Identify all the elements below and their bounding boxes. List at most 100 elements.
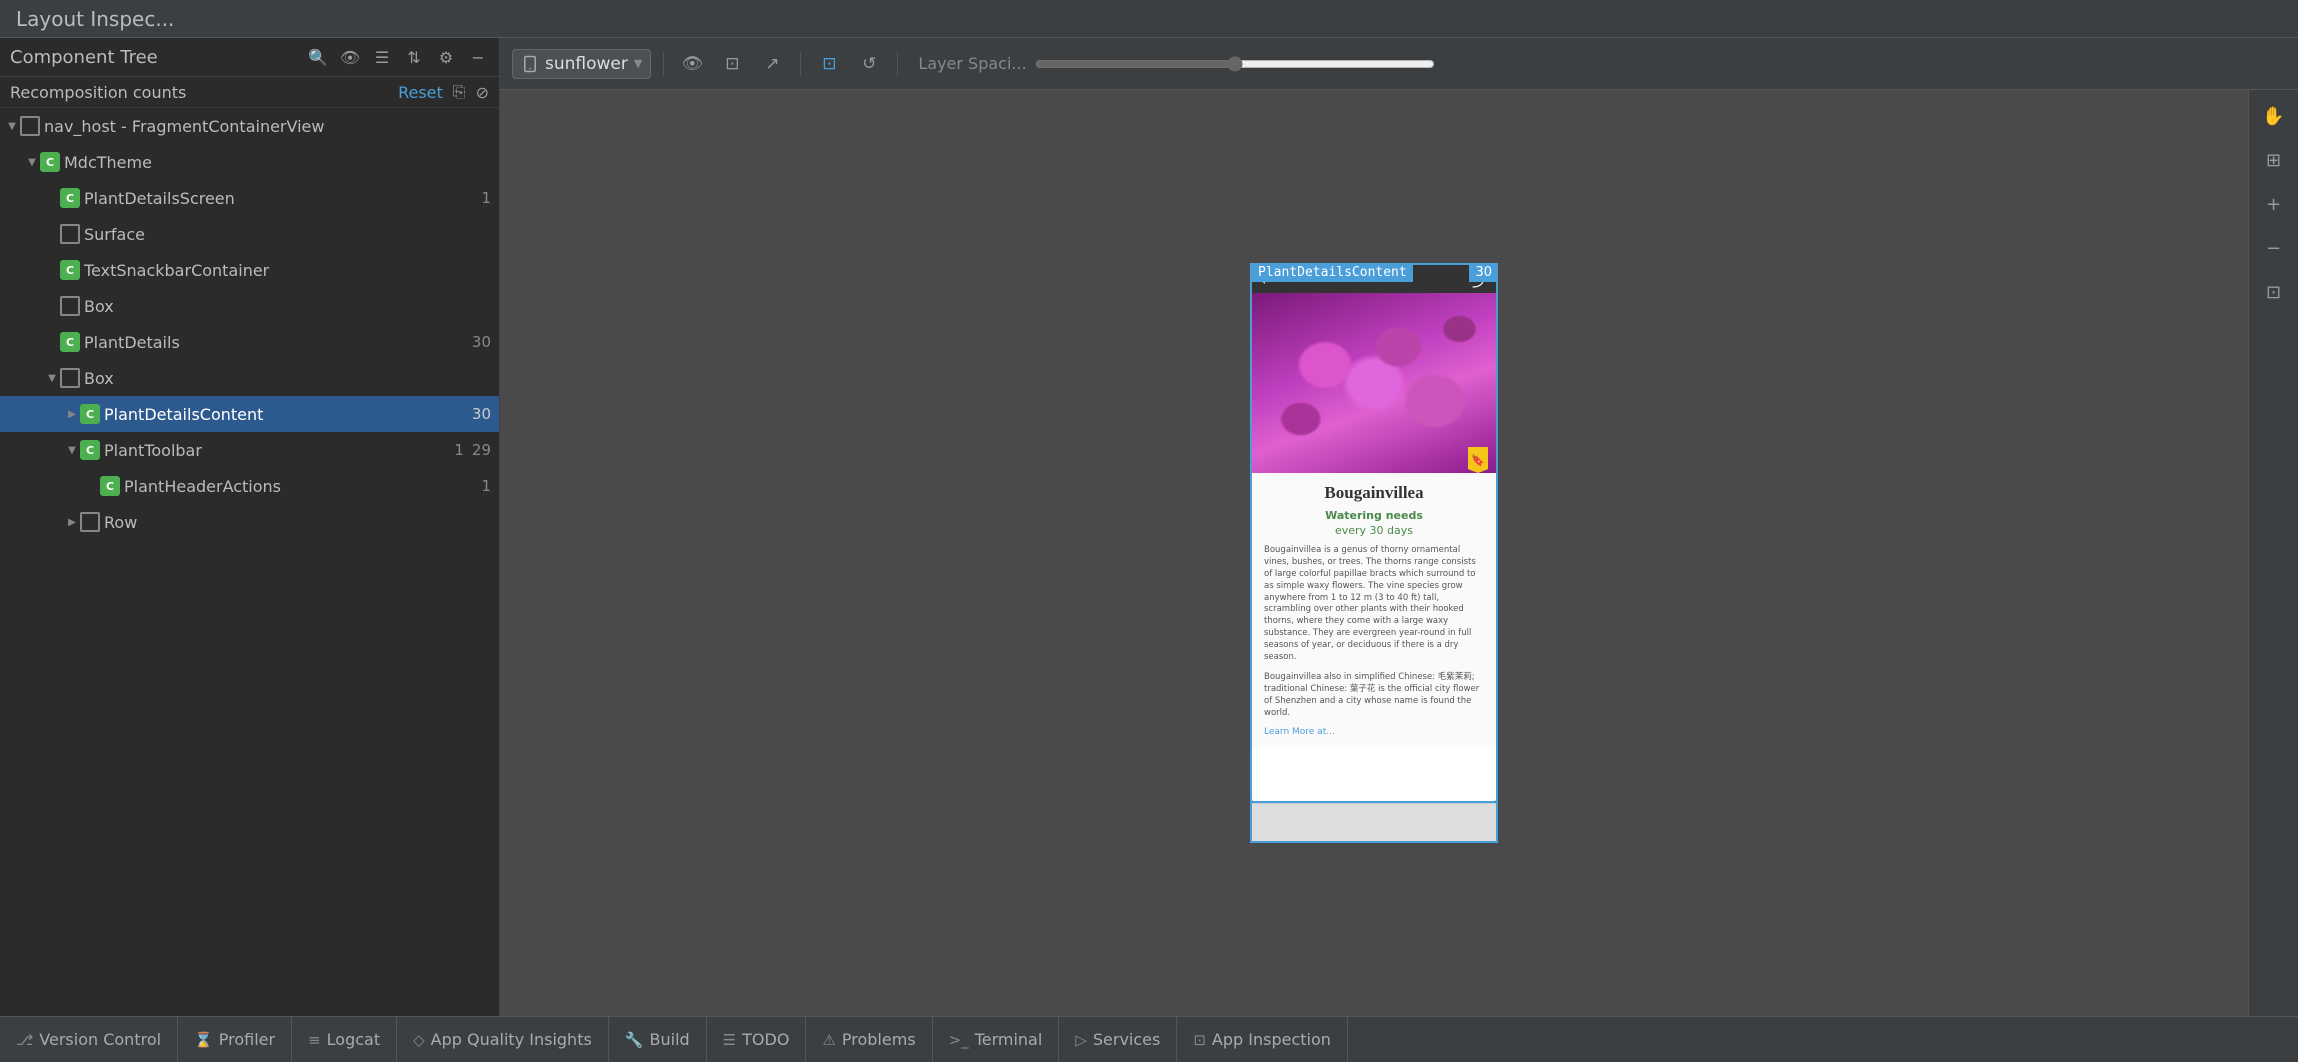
chevron-down-icon: ▼ xyxy=(634,57,642,70)
status-item-terminal[interactable]: >_Terminal xyxy=(933,1017,1060,1062)
logcat-label: Logcat xyxy=(327,1030,380,1049)
recomposition-bar: Recomposition counts Reset ⎘ ⊘ xyxy=(0,77,499,108)
todo-label: TODO xyxy=(742,1030,789,1049)
services-label: Services xyxy=(1093,1030,1160,1049)
fit-screen-icon[interactable]: ⊡ xyxy=(2256,274,2292,310)
phone-back-button[interactable]: ‹ xyxy=(1260,270,1266,289)
tree-item[interactable]: CMdcTheme xyxy=(0,144,499,180)
eye-toggle-icon[interactable]: 👁 xyxy=(676,48,708,80)
tree-icon-5: C xyxy=(60,260,80,280)
tree-count-9: 30 xyxy=(472,405,491,423)
status-item-app-inspection[interactable]: ⊡App Inspection xyxy=(1177,1017,1348,1062)
tree-label-5: TextSnackbarContainer xyxy=(84,261,491,280)
status-item-version-control[interactable]: ⎇Version Control xyxy=(0,1017,178,1062)
status-item-problems[interactable]: ⚠Problems xyxy=(806,1017,932,1062)
tree-item[interactable]: Surface xyxy=(0,216,499,252)
tree-item[interactable]: Box xyxy=(0,288,499,324)
tree-item[interactable]: CPlantHeaderActions1 xyxy=(0,468,499,504)
layout-inspector-icon[interactable]: ⊞ xyxy=(2256,142,2292,178)
window-title: Layout Inspec... xyxy=(16,7,174,31)
filter-icon[interactable]: ⇅ xyxy=(403,46,425,68)
tree-icon-8 xyxy=(60,368,80,388)
app-inspection-label: App Inspection xyxy=(1212,1030,1331,1049)
search-icon[interactable]: 🔍 xyxy=(307,46,329,68)
component-tree: nav_host - FragmentContainerView CMdcThem… xyxy=(0,108,499,1016)
tree-arrow-12[interactable] xyxy=(64,514,80,530)
plant-name: Bougainvillea xyxy=(1264,483,1484,503)
phone-share-button[interactable]: ⤴ xyxy=(1472,267,1488,291)
tree-label-3: PlantDetailsScreen xyxy=(84,189,473,208)
toolbar: sunflower ▼ 👁 ⊡ ↗ ⊡ ↺ Layer Spaci... xyxy=(500,38,2298,90)
status-item-app-quality[interactable]: ◇App Quality Insights xyxy=(397,1017,609,1062)
layer-slider[interactable] xyxy=(1035,56,1435,72)
tree-label-4: Surface xyxy=(84,225,491,244)
tree-item[interactable]: CTextSnackbarContainer xyxy=(0,252,499,288)
layout-icon[interactable]: ⊡ xyxy=(716,48,748,80)
status-item-todo[interactable]: ☰TODO xyxy=(707,1017,807,1062)
list-icon[interactable]: ☰ xyxy=(371,46,393,68)
tree-item[interactable]: Box xyxy=(0,360,499,396)
phone-icon xyxy=(521,55,539,73)
problems-icon: ⚠ xyxy=(822,1031,835,1049)
zoom-in-icon[interactable]: + xyxy=(2256,186,2292,222)
status-item-build[interactable]: 🔧Build xyxy=(609,1017,707,1062)
tree-item[interactable]: CPlantToolbar129 xyxy=(0,432,499,468)
tree-label-10: PlantToolbar xyxy=(104,441,446,460)
tree-arrow-8[interactable] xyxy=(44,370,60,386)
build-icon: 🔧 xyxy=(625,1031,644,1049)
camera-select-icon[interactable]: ⊡ xyxy=(813,48,845,80)
tree-arrow-1[interactable] xyxy=(4,118,20,134)
terminal-label: Terminal xyxy=(975,1030,1043,1049)
main-area: Component Tree 🔍 👁 ☰ ⇅ ⚙ − Recomposition… xyxy=(0,38,2298,1016)
zoom-out-icon[interactable]: − xyxy=(2256,230,2292,266)
tree-item[interactable]: CPlantDetailsContent30 xyxy=(0,396,499,432)
tree-label-8: Box xyxy=(84,369,491,388)
logcat-icon: ≡ xyxy=(308,1031,321,1049)
right-side-toolbar: ✋ ⊞ + − ⊡ xyxy=(2248,90,2298,1016)
layer-spacing-label: Layer Spaci... xyxy=(918,54,1026,73)
reset-button[interactable]: Reset xyxy=(398,83,443,102)
version-control-icon: ⎇ xyxy=(16,1031,33,1049)
tree-arrow-9[interactable] xyxy=(64,406,80,422)
refresh-icon[interactable]: ↺ xyxy=(853,48,885,80)
status-bar: ⎇Version Control⌛Profiler ≡ Logcat ◇App Qua… xyxy=(0,1016,2298,1062)
phone-bottom-strip xyxy=(1250,803,1498,843)
toolbar-separator-2 xyxy=(800,52,801,76)
tree-label-7: PlantDetails xyxy=(84,333,464,352)
tree-icon-6 xyxy=(60,296,80,316)
copy-icon[interactable]: ⎘ xyxy=(453,82,466,102)
tree-label-11: PlantHeaderActions xyxy=(124,477,473,496)
collapse-icon[interactable]: − xyxy=(467,46,489,68)
bookmark-icon[interactable]: 🔖 xyxy=(1468,447,1488,473)
eye-icon[interactable]: 👁 xyxy=(339,46,361,68)
tree-item[interactable]: CPlantDetailsScreen1 xyxy=(0,180,499,216)
device-selector[interactable]: sunflower ▼ xyxy=(512,49,651,79)
phone-frame: ‹ ⤴ 🔖 Bougainvillea Watering needs xyxy=(1250,263,1498,803)
toolbar-separator-1 xyxy=(663,52,664,76)
status-item-services[interactable]: ▷Services xyxy=(1059,1017,1177,1062)
phone-content: Bougainvillea Watering needs every 30 da… xyxy=(1252,473,1496,747)
canvas-area: PlantDetailsContent 30 ‹ ⤴ 🔖 xyxy=(500,90,2248,1016)
tree-arrow-10[interactable] xyxy=(64,442,80,458)
tree-count-7: 30 xyxy=(472,333,491,351)
tree-icon-9: C xyxy=(80,404,100,424)
block-icon[interactable]: ⊘ xyxy=(476,83,489,102)
recomposition-label: Recomposition counts xyxy=(10,83,186,102)
tree-arrow-2[interactable] xyxy=(24,154,40,170)
tree-count-10: 1 xyxy=(454,441,464,459)
tree-item[interactable]: CPlantDetails30 xyxy=(0,324,499,360)
watering-days: every 30 days xyxy=(1264,524,1484,537)
plant-learn-more-link[interactable]: Learn More at... xyxy=(1264,727,1484,737)
export-icon[interactable]: ↗ xyxy=(756,48,788,80)
status-item-profiler[interactable]: ⌛Profiler xyxy=(178,1017,292,1062)
left-panel: Component Tree 🔍 👁 ☰ ⇅ ⚙ − Recomposition… xyxy=(0,38,500,1016)
hand-tool-icon[interactable]: ✋ xyxy=(2256,98,2292,134)
tree-item[interactable]: Row xyxy=(0,504,499,540)
tree-icon-11: C xyxy=(100,476,120,496)
settings-icon[interactable]: ⚙ xyxy=(435,46,457,68)
status-item-logcat[interactable]: ≡ Logcat xyxy=(292,1017,397,1062)
tree-label-1: nav_host - FragmentContainerView xyxy=(44,117,491,136)
phone-plant-image: 🔖 xyxy=(1252,293,1496,473)
tree-icon-1 xyxy=(20,116,40,136)
tree-item[interactable]: nav_host - FragmentContainerView xyxy=(0,108,499,144)
